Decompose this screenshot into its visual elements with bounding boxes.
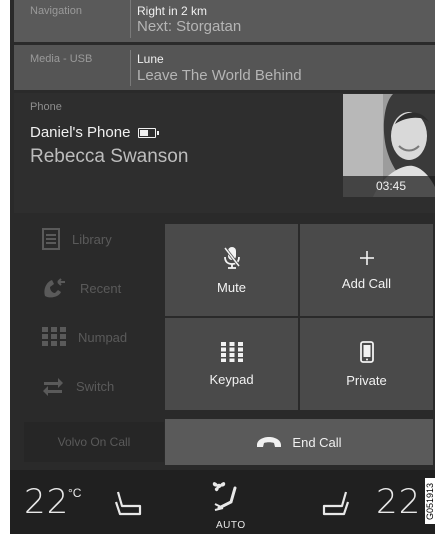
navigation-tile[interactable]: Navigation Right in 2 km Next: Storgatan: [14, 0, 435, 42]
keypad-icon: [220, 341, 243, 362]
menu-item-label: Switch: [76, 378, 115, 394]
divider: [130, 0, 131, 38]
keypad-label: Keypad: [209, 371, 254, 387]
microphone-muted-icon: [223, 246, 240, 269]
battery-icon: [138, 127, 160, 138]
navigation-next-street: Next: Storgatan: [137, 18, 242, 35]
library-icon: [42, 228, 60, 250]
phone-tile: Phone Daniel's Phone Rebecca Swanson 03:…: [14, 93, 435, 213]
end-call-label: End Call: [292, 434, 342, 450]
temperature-unit: °C: [68, 486, 82, 500]
infotainment-screen: Navigation Right in 2 km Next: Storgatan…: [10, 0, 435, 534]
end-call-button[interactable]: End Call: [165, 419, 433, 465]
image-code: G051913: [425, 478, 437, 524]
media-tile[interactable]: Media - USB Lune Leave The World Behind: [14, 45, 435, 90]
plus-icon: [359, 250, 374, 265]
menu-item-label: Recent: [80, 280, 122, 296]
divider: [130, 50, 131, 86]
call-timer: 03:45: [343, 176, 435, 197]
menu-item-switch[interactable]: Switch: [24, 363, 164, 409]
media-track: Leave The World Behind: [137, 67, 302, 84]
volvo-on-call-button[interactable]: Volvo On Call: [24, 422, 164, 462]
navigation-instruction: Right in 2 km: [137, 4, 208, 18]
media-source-label: Media - USB: [30, 53, 93, 65]
hang-up-icon: [257, 437, 282, 447]
numpad-icon: [42, 327, 66, 346]
keypad-button[interactable]: Keypad: [165, 318, 298, 410]
media-artist: Lune: [137, 52, 164, 66]
connected-device: Daniel's Phone: [30, 124, 160, 141]
add-call-label: Add Call: [341, 275, 392, 291]
battery-level: [140, 129, 149, 136]
climate-mode[interactable]: AUTO: [216, 520, 246, 531]
menu-item-label: Numpad: [78, 329, 128, 345]
menu-item-library[interactable]: Library: [24, 216, 164, 262]
caller-name: Rebecca Swanson: [30, 146, 189, 167]
device-name: Daniel's Phone: [30, 124, 131, 141]
switch-icon: [43, 378, 63, 396]
call-controls-grid: Mute Add Call Keypad Private: [165, 224, 433, 410]
right-temperature[interactable]: 22: [376, 482, 421, 522]
mobile-phone-icon: [359, 340, 374, 363]
add-call-button[interactable]: Add Call: [300, 224, 433, 316]
recent-calls-icon: [44, 278, 65, 298]
fan-airflow-icon[interactable]: [209, 478, 243, 514]
right-seat-heat-icon[interactable]: [320, 490, 350, 518]
navigation-label: Navigation: [30, 5, 82, 17]
climate-bar: 22 °C AUTO 22: [10, 470, 435, 534]
menu-item-label: Library: [72, 231, 112, 247]
menu-item-recent[interactable]: Recent: [24, 265, 164, 311]
phone-label: Phone: [30, 101, 62, 113]
mute-button[interactable]: Mute: [165, 224, 298, 316]
private-button[interactable]: Private: [300, 318, 433, 410]
private-label: Private: [346, 372, 387, 388]
mute-label: Mute: [217, 279, 246, 295]
left-temperature[interactable]: 22: [24, 482, 69, 522]
left-seat-heat-icon[interactable]: [114, 490, 144, 518]
menu-item-numpad[interactable]: Numpad: [24, 314, 164, 360]
